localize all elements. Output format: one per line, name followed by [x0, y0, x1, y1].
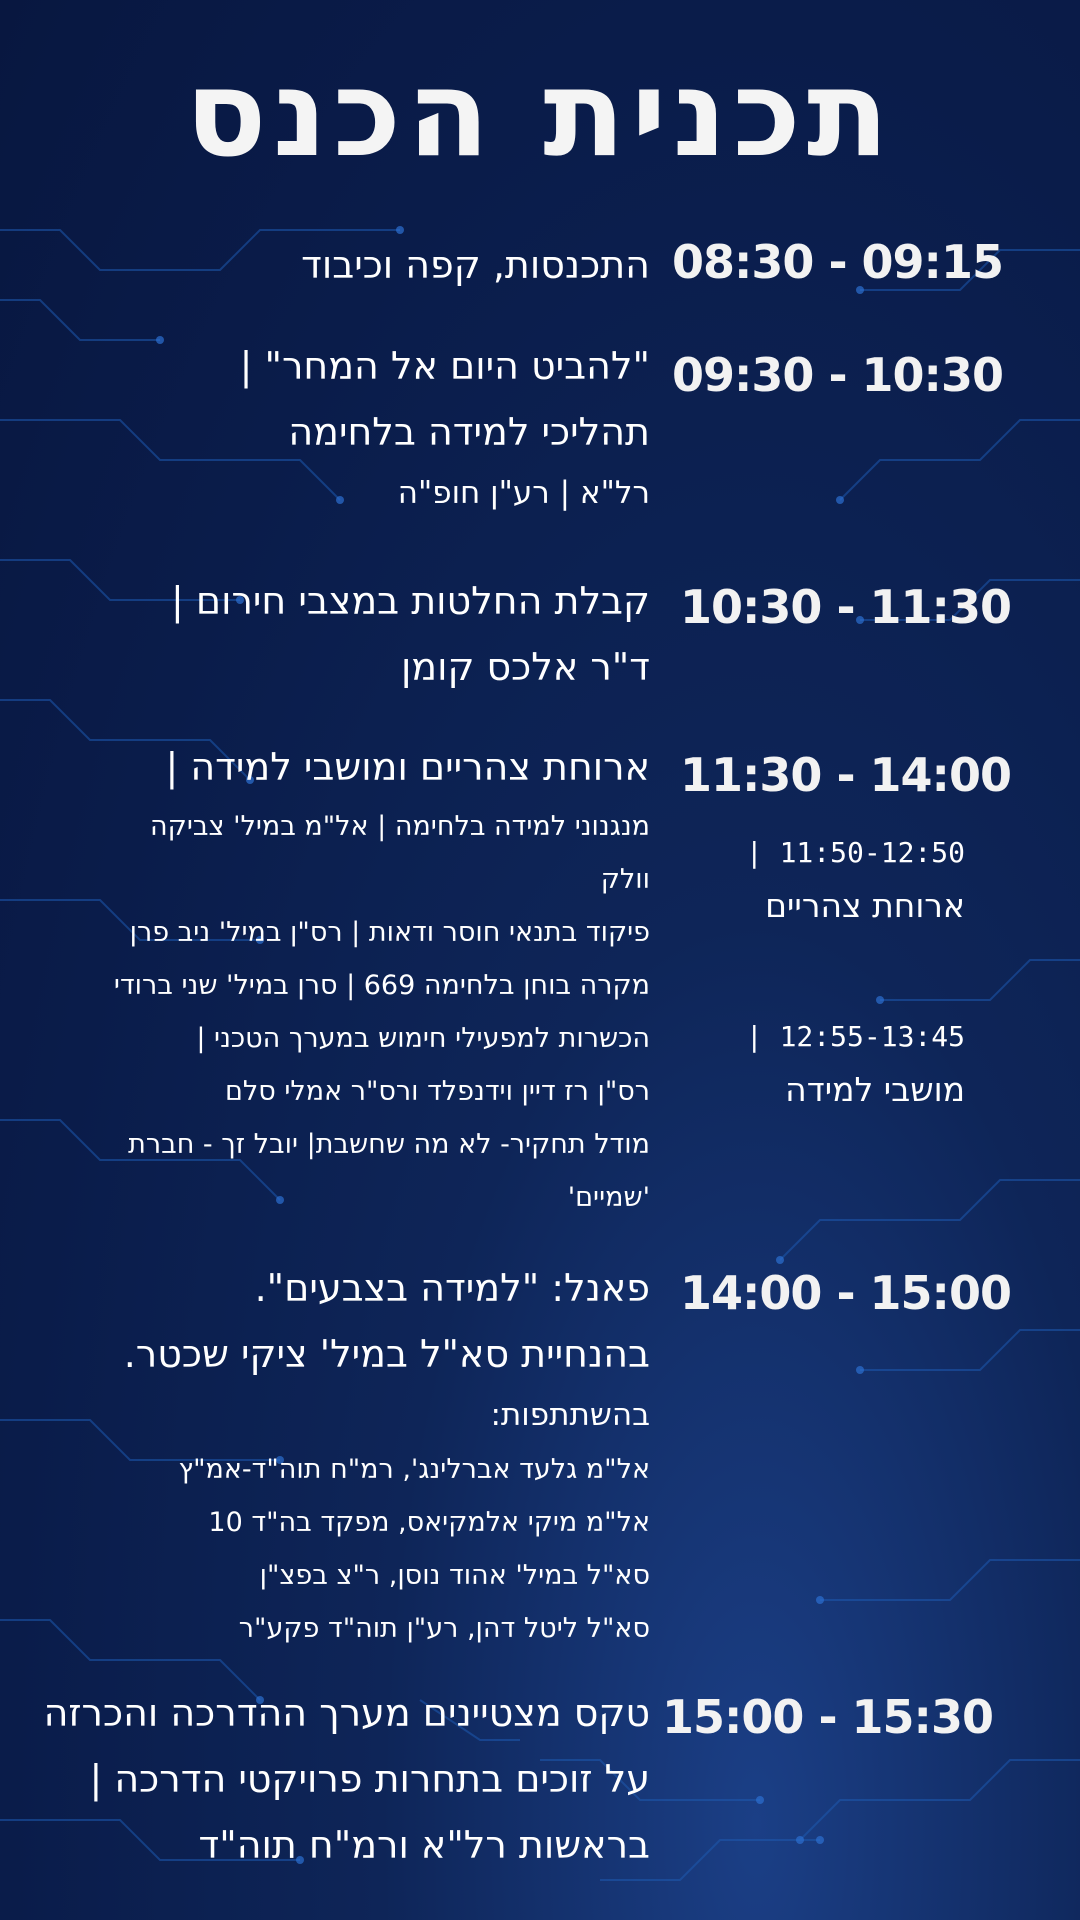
conference-program-poster: תכנית הכנס 08:30 - 09:15 התכנסות, קפה וכ…: [0, 0, 1080, 1920]
session-participant: סא"ל במיל' אהוד נוסן, ר"צ בפצ"ן: [259, 1560, 650, 1591]
session-participant: סא"ל ליטל דהן, רע"ן תוה"ד פקע"ר: [238, 1613, 650, 1644]
session-participants-heading: בהשתתפות:: [490, 1397, 650, 1433]
session-subtitle: תהליכי למידה בלחימה: [288, 410, 650, 454]
session-description: טקס מצטיינים מערך ההדרכה והכרזה על זוכים…: [44, 1680, 650, 1878]
session-description: ארוחת צהריים ומושבי למידה | מנגנוני למיד…: [114, 734, 650, 1224]
session-speaker: ד"ר אלכס קומן: [400, 645, 650, 689]
session-participant: אל"מ גלעד אברלינג', רמ"ח תוה"ד-אמ"ץ: [178, 1454, 650, 1485]
side-session: 11:50-12:50 | ארוחת צהריים: [746, 828, 965, 934]
session-title: ארוחת צהריים ומושבי למידה |: [165, 745, 650, 789]
side-session: 12:55-13:45 | מושבי למידה: [746, 1012, 965, 1118]
side-session-label: מושבי למידה: [785, 1070, 965, 1109]
session-title: התכנסות, קפה וכיבוד: [301, 243, 650, 287]
side-session-time: 11:50-12:50 |: [745, 836, 965, 869]
session-moderator: בהנחיית סא"ל במיל' ציקי שכטר.: [123, 1332, 650, 1376]
session-title: קבלת החלטות במצבי חירום |: [171, 579, 650, 623]
session-title: "להביט היום אל המחר" |: [239, 344, 650, 388]
session-time: 08:30 - 09:15: [672, 235, 1004, 289]
session-time: 09:30 - 10:30: [672, 348, 1004, 402]
session-participant: אל"מ מיקי אלמקיאס, מפקד בה"ד 10: [208, 1507, 650, 1538]
session-line: 'שמיים': [567, 1182, 650, 1213]
session-line: מודל תחקיר- לא מה שחשבת| יובל זך - חברת: [128, 1129, 650, 1160]
session-description: התכנסות, קפה וכיבוד: [301, 232, 650, 298]
session-title: פאנל: "למידה בצבעים".: [254, 1266, 650, 1310]
session-time: 11:30 - 14:00: [680, 748, 1012, 802]
session-line: רס"ן רז דיין וידנפלד ורס"ר אמלי סלם: [224, 1076, 650, 1107]
session-time: 15:00 - 15:30: [662, 1690, 994, 1744]
side-session-label: ארוחת צהריים: [765, 886, 965, 925]
session-line: פיקוד בתנאי חוסר ודאות | רס"ן במיל' ניב …: [129, 917, 650, 948]
session-time: 14:00 - 15:00: [680, 1266, 1012, 1320]
session-line: הכשרות למפעילי חימוש במערך הטכני |: [196, 1023, 650, 1054]
session-description: קבלת החלטות במצבי חירום | ד"ר אלכס קומן: [171, 568, 650, 700]
session-title: טקס מצטיינים מערך ההדרכה והכרזה: [43, 1691, 650, 1735]
session-line: מנגנוני למידה בלחימה | אל"מ במיל' צביקה: [150, 811, 650, 842]
session-description: "להביט היום אל המחר" | תהליכי למידה בלחי…: [240, 333, 650, 521]
session-subtitle: על זוכים בתחרות פרויקטי הדרכה |: [89, 1757, 650, 1801]
session-time: 10:30 - 11:30: [680, 580, 1012, 634]
session-line: וולק: [600, 864, 650, 895]
side-session-time: 12:55-13:45 |: [745, 1020, 965, 1053]
page-title: תכנית הכנס: [185, 45, 895, 184]
session-speaker: רל"א | רע"ן חופ"ה: [397, 475, 650, 511]
session-speaker: בראשות רל"א ורמ"ח תוה"ד: [198, 1823, 650, 1867]
session-description: פאנל: "למידה בצבעים". בהנחיית סא"ל במיל'…: [124, 1255, 650, 1655]
session-line: מקרה בוחן בלחימה 669 | סרן במיל' שני ברו…: [113, 970, 650, 1001]
